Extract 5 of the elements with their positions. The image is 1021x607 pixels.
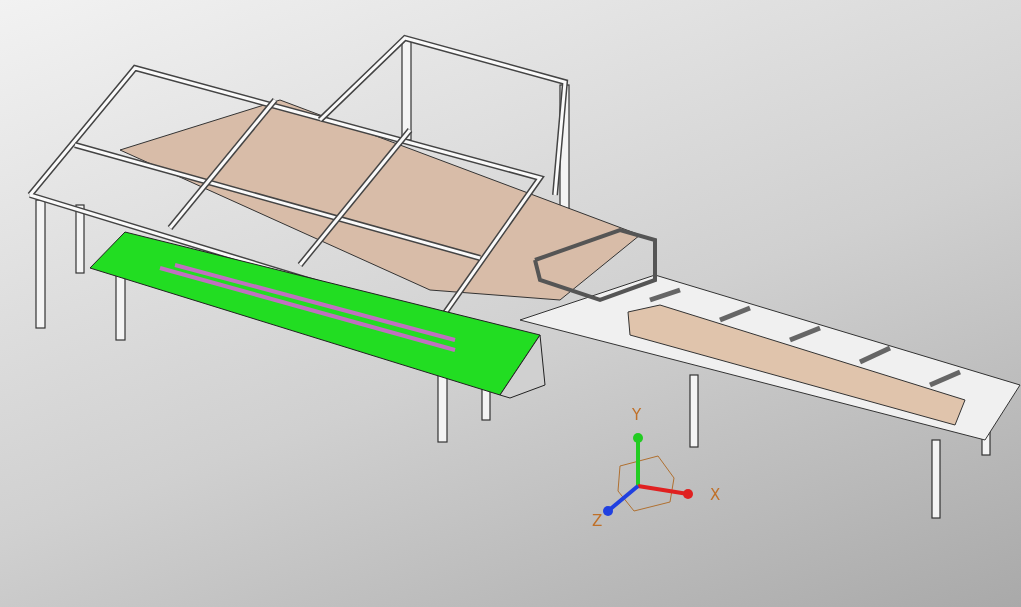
frame-leg [75,204,85,274]
frame-leg [115,274,126,341]
axis-label: Z [592,512,603,530]
axis-label: X [710,486,721,504]
axis-label: Y [632,406,642,424]
